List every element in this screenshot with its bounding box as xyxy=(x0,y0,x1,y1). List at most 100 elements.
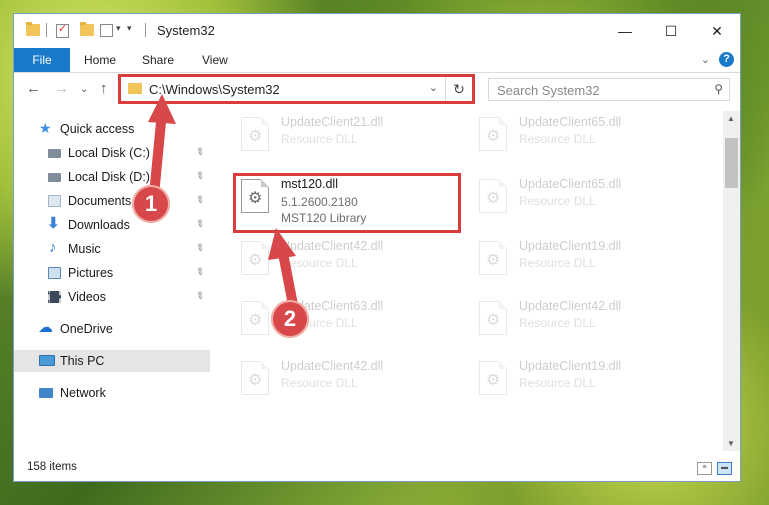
dll-file-icon xyxy=(479,301,507,335)
list-item[interactable]: UpdateClient19.dll Resource DLL xyxy=(475,237,695,287)
folder-icon xyxy=(128,83,142,94)
recent-locations-button[interactable]: ⌄ xyxy=(80,84,88,95)
dll-file-icon xyxy=(241,361,269,395)
sidebar-item-label: Videos xyxy=(68,290,106,304)
file-name: UpdateClient19.dll xyxy=(519,239,622,253)
toolbar-divider xyxy=(46,23,47,37)
search-input[interactable]: Search System32 ⚲ xyxy=(488,78,730,101)
file-description: MST120 Library xyxy=(281,211,367,225)
back-button[interactable]: ← xyxy=(26,80,41,97)
file-name: UpdateClient19.dll xyxy=(519,359,622,373)
list-item[interactable]: UpdateClient42.dll Resource DLL xyxy=(237,357,457,407)
window-title: System32 xyxy=(157,23,215,38)
list-item-selected[interactable]: mst120.dll 5.1.2600.2180 MST120 Library xyxy=(237,175,457,225)
customize-icon[interactable] xyxy=(100,24,113,37)
drive-icon xyxy=(48,149,61,158)
file-type: Resource DLL xyxy=(519,194,596,208)
sidebar-item-downloads[interactable]: ⬇ Downloads ✎ xyxy=(14,214,210,236)
scroll-down-arrow[interactable]: ▼ xyxy=(727,439,735,448)
drive-icon xyxy=(48,173,61,182)
sidebar-item-videos[interactable]: Videos ✎ xyxy=(14,286,210,308)
list-item[interactable]: UpdateClient42.dll Resource DLL xyxy=(475,297,695,347)
sidebar-item-pictures[interactable]: Pictures ✎ xyxy=(14,262,210,284)
tab-share[interactable]: Share xyxy=(142,48,174,72)
list-item[interactable]: UpdateClient65.dll Resource DLL xyxy=(475,113,695,163)
sidebar-item-quick-access[interactable]: ★ Quick access xyxy=(14,118,210,140)
file-list: UpdateClient21.dll Resource DLL mst120.d… xyxy=(211,111,721,451)
help-icon[interactable]: ? xyxy=(719,52,734,67)
list-item[interactable]: UpdateClient21.dll Resource DLL xyxy=(237,113,457,163)
sidebar-item-label: OneDrive xyxy=(60,322,113,336)
chevron-down-icon[interactable]: ▾ xyxy=(116,23,121,34)
file-type: Resource DLL xyxy=(519,376,596,390)
minimize-button[interactable]: — xyxy=(602,14,648,48)
file-name: UpdateClient21.dll xyxy=(281,115,384,129)
downloads-icon: ⬇ xyxy=(47,215,60,232)
file-type: Resource DLL xyxy=(281,132,358,146)
new-folder-icon[interactable] xyxy=(80,22,94,36)
list-item[interactable]: UpdateClient42.dll Resource DLL xyxy=(237,237,457,287)
search-icon[interactable]: ⚲ xyxy=(714,82,723,96)
sidebar-item-label: Local Disk (D:) xyxy=(68,170,150,184)
music-icon: ♪ xyxy=(49,239,57,256)
list-item[interactable]: UpdateClient63.dll Resource DLL xyxy=(237,297,457,347)
file-type: Resource DLL xyxy=(519,256,596,270)
sidebar-item-label: This PC xyxy=(60,354,105,368)
file-name: UpdateClient65.dll xyxy=(519,177,622,191)
ribbon-tabs: File Home Share View ⌄ ? xyxy=(14,48,740,73)
dll-file-icon xyxy=(479,179,507,213)
scroll-thumb[interactable] xyxy=(725,138,738,188)
list-item[interactable]: UpdateClient19.dll Resource DLL xyxy=(475,357,695,407)
callout-step-2: 2 xyxy=(271,300,309,338)
maximize-button[interactable]: ☐ xyxy=(648,14,694,48)
pin-icon[interactable]: ✎ xyxy=(189,142,208,165)
file-type: Resource DLL xyxy=(519,316,596,330)
star-icon: ★ xyxy=(39,120,52,136)
callout-step-1: 1 xyxy=(132,185,170,223)
search-placeholder: Search System32 xyxy=(497,83,600,98)
file-type: Resource DLL xyxy=(281,376,358,390)
up-button[interactable]: ↑ xyxy=(100,80,108,97)
documents-icon xyxy=(48,195,61,207)
tab-view[interactable]: View xyxy=(202,48,228,72)
sidebar-item-documents[interactable]: Documents ✎ xyxy=(14,190,210,212)
address-bar[interactable]: C:\Windows\System32 ⌄ ↻ xyxy=(120,76,473,102)
tiles-view-icon[interactable]: ▬ xyxy=(717,462,732,475)
pin-icon[interactable]: ✎ xyxy=(189,286,208,309)
details-view-icon[interactable]: ≡ xyxy=(697,462,712,475)
title-bar: ▾ ▾ System32 — ☐ ✕ xyxy=(14,14,740,48)
pin-icon[interactable]: ✎ xyxy=(189,214,208,237)
expand-ribbon-icon[interactable]: ⌄ xyxy=(701,53,710,66)
sidebar-item-network[interactable]: Network xyxy=(14,382,210,404)
list-item[interactable]: UpdateClient65.dll Resource DLL xyxy=(475,175,695,225)
dll-file-icon xyxy=(479,117,507,151)
dll-file-icon xyxy=(241,241,269,275)
scroll-up-arrow[interactable]: ▲ xyxy=(727,114,735,123)
tab-home[interactable]: Home xyxy=(84,48,116,72)
vertical-scrollbar[interactable]: ▲ ▼ xyxy=(723,111,740,451)
refresh-button[interactable]: ↻ xyxy=(445,77,472,101)
pin-icon[interactable]: ✎ xyxy=(189,190,208,213)
sidebar-item-local-disk-c[interactable]: Local Disk (C:) ✎ xyxy=(14,142,210,164)
file-version: 5.1.2600.2180 xyxy=(281,195,358,209)
sidebar-item-onedrive[interactable]: ☁ OneDrive xyxy=(14,318,210,340)
sidebar-item-label: Quick access xyxy=(60,122,135,136)
address-path[interactable]: C:\Windows\System32 xyxy=(149,82,280,97)
sidebar-item-label: Downloads xyxy=(68,218,130,232)
sidebar-item-this-pc[interactable]: This PC xyxy=(14,350,210,372)
close-button[interactable]: ✕ xyxy=(694,14,740,48)
pin-icon[interactable]: ✎ xyxy=(189,166,208,189)
sidebar-item-label: Documents xyxy=(68,194,132,208)
tab-file[interactable]: File xyxy=(14,48,70,72)
pin-icon[interactable]: ✎ xyxy=(189,262,208,285)
file-type: Resource DLL xyxy=(281,256,358,270)
quick-access-toolbar-dropdown[interactable]: ▾ xyxy=(127,23,132,34)
sidebar-item-local-disk-d[interactable]: Local Disk (D:) ✎ xyxy=(14,166,210,188)
address-dropdown-icon[interactable]: ⌄ xyxy=(429,81,438,94)
sidebar-item-label: Network xyxy=(60,386,106,400)
folder-icon[interactable] xyxy=(26,22,40,36)
forward-button[interactable]: → xyxy=(54,80,69,97)
pin-icon[interactable]: ✎ xyxy=(189,238,208,261)
sidebar-item-music[interactable]: ♪ Music ✎ xyxy=(14,238,210,260)
properties-icon[interactable] xyxy=(56,22,69,38)
